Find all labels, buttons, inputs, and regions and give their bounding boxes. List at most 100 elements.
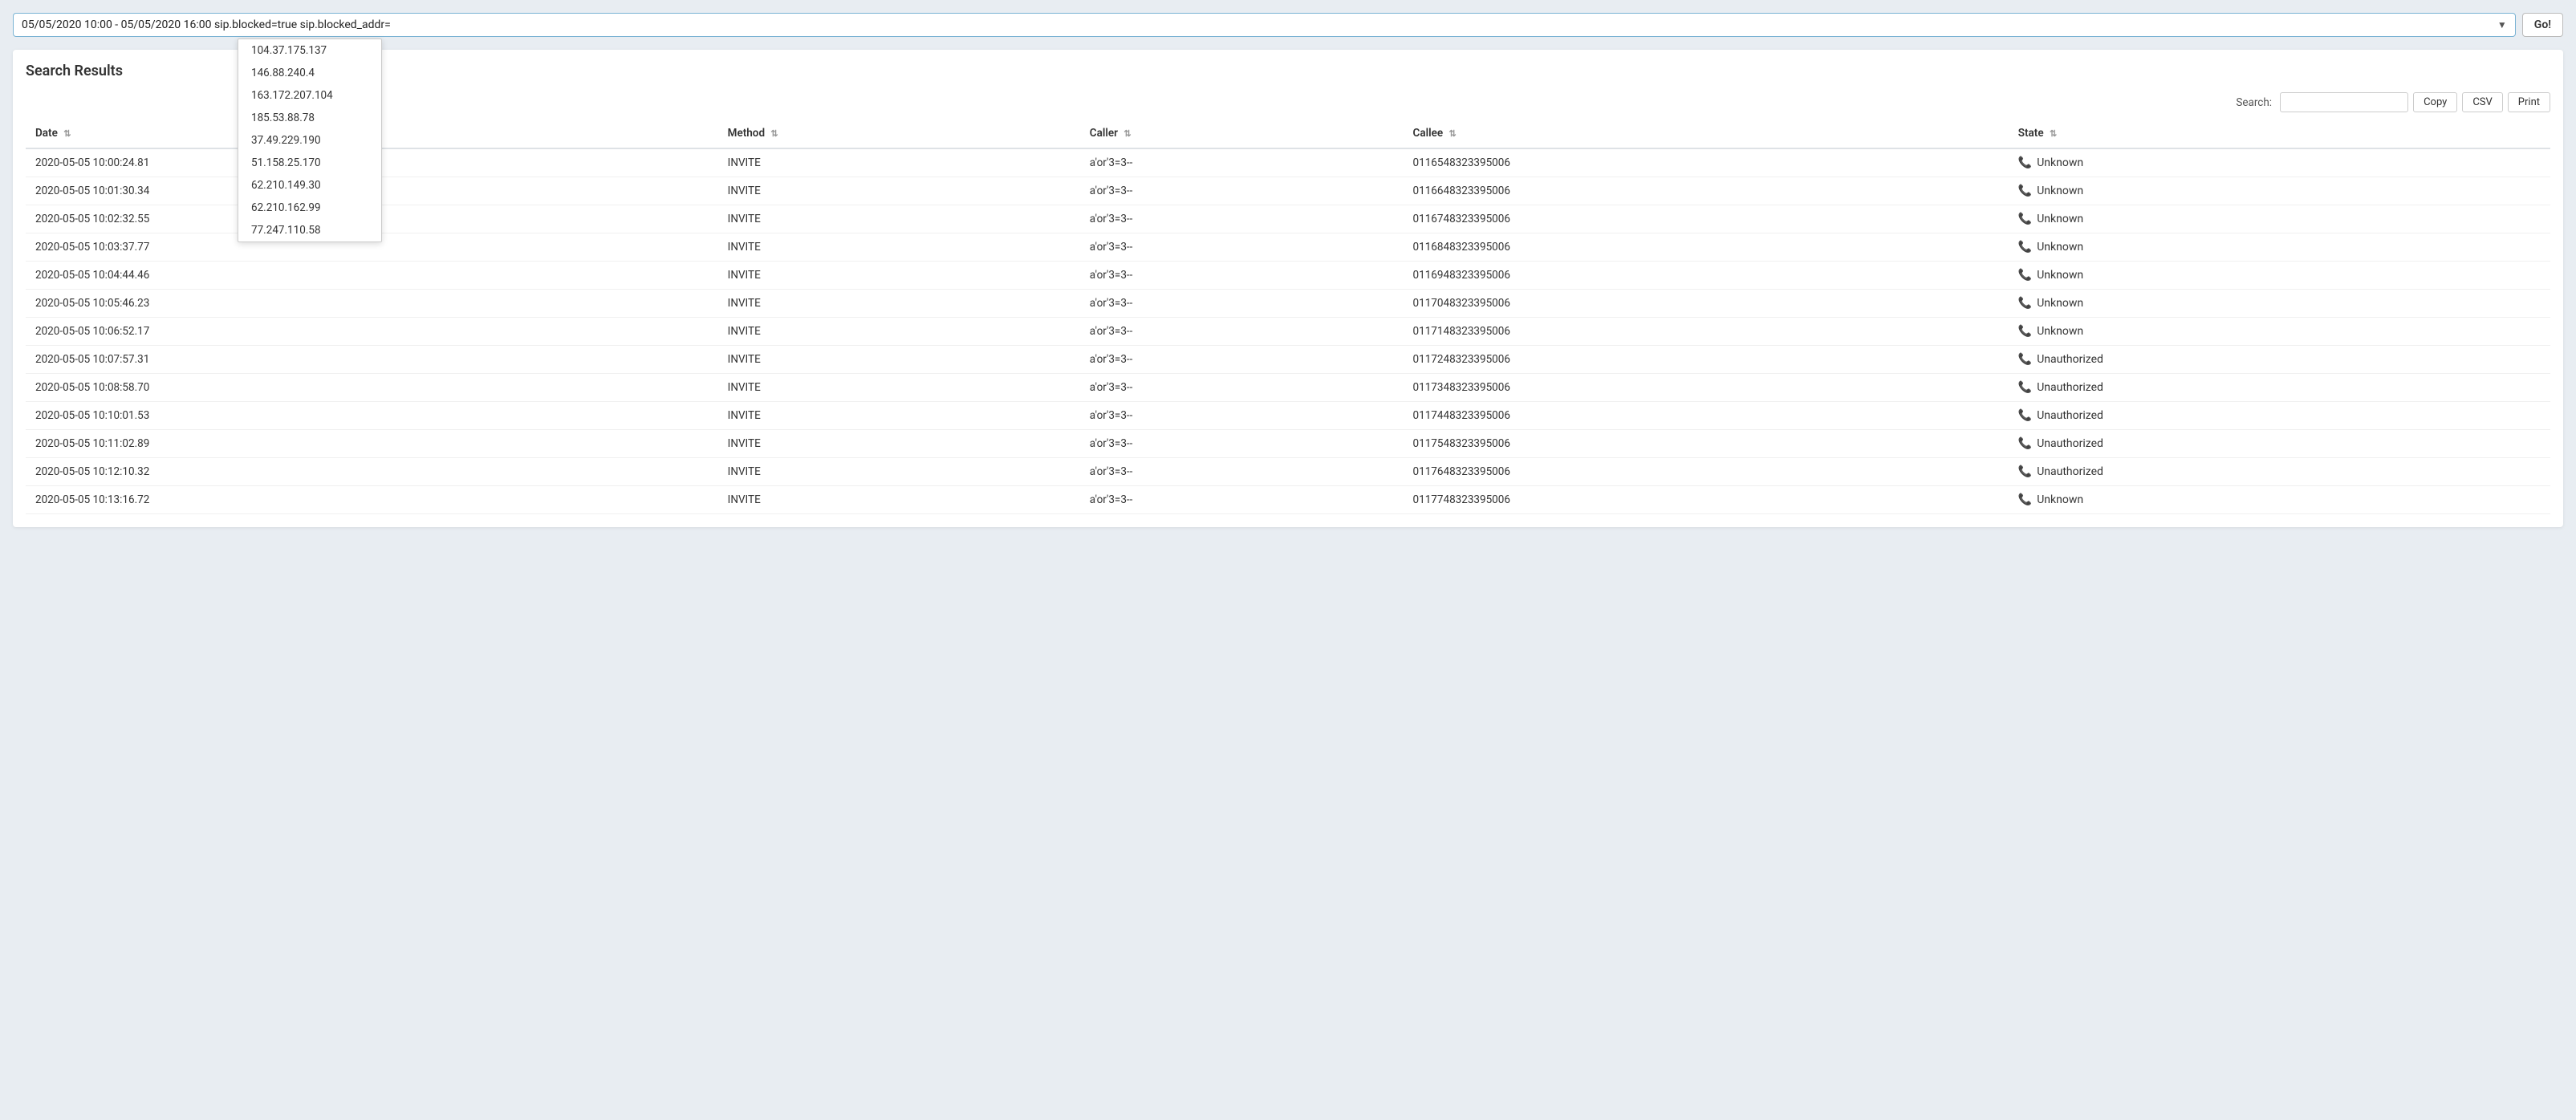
sort-callee-icon: ⇅ (1449, 128, 1457, 139)
table-row[interactable]: 2020-05-05 10:05:46.23 INVITE a'or'3=3--… (26, 290, 2550, 318)
cell-callee: 0116848323395006 (1404, 233, 2009, 262)
table-row[interactable]: 2020-05-05 10:02:32.55 INVITE a'or'3=3--… (26, 205, 2550, 233)
cell-state: 📞 Unknown (2009, 233, 2550, 262)
cell-callee: 0117448323395006 (1404, 402, 2009, 430)
cell-method: INVITE (718, 458, 1080, 486)
sort-method-icon: ⇅ (770, 128, 778, 139)
state-label: Unauthorized (2037, 381, 2103, 394)
col-state[interactable]: State ⇅ (2009, 119, 2550, 148)
cell-method: INVITE (718, 233, 1080, 262)
cell-caller: a'or'3=3-- (1080, 205, 1404, 233)
search-bar-container: ▼ Go! 104.37.175.137146.88.240.4163.172.… (13, 13, 2563, 37)
phone-icon: 📞 (2018, 353, 2032, 366)
cell-caller: a'or'3=3-- (1080, 374, 1404, 402)
cell-state: 📞 Unknown (2009, 262, 2550, 290)
phone-icon: 📞 (2018, 381, 2032, 394)
autocomplete-item[interactable]: 51.158.25.170 (238, 152, 381, 174)
phone-icon: 📞 (2018, 213, 2032, 225)
cell-state: 📞 Unknown (2009, 486, 2550, 514)
cell-callee: 0116548323395006 (1404, 148, 2009, 177)
table-search-input[interactable] (2280, 92, 2408, 112)
cell-callee: 0116948323395006 (1404, 262, 2009, 290)
cell-method: INVITE (718, 177, 1080, 205)
search-results-card: Search Results Search: Copy CSV Print Da… (13, 50, 2563, 527)
state-label: Unauthorized (2037, 465, 2103, 478)
autocomplete-item[interactable]: 104.37.175.137 (238, 39, 381, 62)
cell-callee: 0117548323395006 (1404, 430, 2009, 458)
cell-caller: a'or'3=3-- (1080, 458, 1404, 486)
phone-icon: 📞 (2018, 185, 2032, 197)
cell-caller: a'or'3=3-- (1080, 177, 1404, 205)
cell-method: INVITE (718, 290, 1080, 318)
table-row[interactable]: 2020-05-05 10:01:30.34 INVITE a'or'3=3--… (26, 177, 2550, 205)
cell-state: 📞 Unknown (2009, 290, 2550, 318)
autocomplete-item[interactable]: 62.210.149.30 (238, 174, 381, 197)
table-row[interactable]: 2020-05-05 10:13:16.72 INVITE a'or'3=3--… (26, 486, 2550, 514)
cell-state: 📞 Unknown (2009, 177, 2550, 205)
autocomplete-item[interactable]: 146.88.240.4 (238, 62, 381, 84)
cell-caller: a'or'3=3-- (1080, 430, 1404, 458)
sort-date-icon: ⇅ (63, 128, 71, 139)
cell-callee: 0116748323395006 (1404, 205, 2009, 233)
table-row[interactable]: 2020-05-05 10:08:58.70 INVITE a'or'3=3--… (26, 374, 2550, 402)
phone-icon: 📞 (2018, 325, 2032, 338)
search-input[interactable] (22, 18, 2491, 31)
cell-method: INVITE (718, 486, 1080, 514)
cell-callee: 0117048323395006 (1404, 290, 2009, 318)
col-callee[interactable]: Callee ⇅ (1404, 119, 2009, 148)
table-row[interactable]: 2020-05-05 10:04:44.46 INVITE a'or'3=3--… (26, 262, 2550, 290)
table-toolbar: Search: Copy CSV Print (26, 92, 2550, 112)
state-label: Unauthorized (2037, 437, 2103, 450)
phone-icon: 📞 (2018, 409, 2032, 422)
cell-method: INVITE (718, 148, 1080, 177)
state-label: Unknown (2037, 213, 2083, 225)
table-row[interactable]: 2020-05-05 10:06:52.17 INVITE a'or'3=3--… (26, 318, 2550, 346)
autocomplete-item[interactable]: 185.53.88.78 (238, 107, 381, 129)
print-button[interactable]: Print (2508, 92, 2550, 112)
table-row[interactable]: 2020-05-05 10:03:37.77 INVITE a'or'3=3--… (26, 233, 2550, 262)
cell-method: INVITE (718, 374, 1080, 402)
cell-caller: a'or'3=3-- (1080, 486, 1404, 514)
table-row[interactable]: 2020-05-05 10:00:24.81 INVITE a'or'3=3--… (26, 148, 2550, 177)
state-label: Unknown (2037, 325, 2083, 338)
autocomplete-item[interactable]: 77.247.110.58 (238, 219, 381, 241)
table-row[interactable]: 2020-05-05 10:12:10.32 INVITE a'or'3=3--… (26, 458, 2550, 486)
phone-icon: 📞 (2018, 269, 2032, 282)
table-body: 2020-05-05 10:00:24.81 INVITE a'or'3=3--… (26, 148, 2550, 514)
table-row[interactable]: 2020-05-05 10:07:57.31 INVITE a'or'3=3--… (26, 346, 2550, 374)
sort-state-icon: ⇅ (2050, 128, 2057, 139)
cell-state: 📞 Unknown (2009, 205, 2550, 233)
csv-button[interactable]: CSV (2462, 92, 2502, 112)
table-row[interactable]: 2020-05-05 10:10:01.53 INVITE a'or'3=3--… (26, 402, 2550, 430)
table-row[interactable]: 2020-05-05 10:11:02.89 INVITE a'or'3=3--… (26, 430, 2550, 458)
search-label: Search: (2236, 96, 2272, 109)
state-label: Unknown (2037, 185, 2083, 197)
state-label: Unauthorized (2037, 409, 2103, 422)
autocomplete-item[interactable]: 62.210.162.99 (238, 197, 381, 219)
cell-date: 2020-05-05 10:12:10.32 (26, 458, 718, 486)
dropdown-arrow-icon[interactable]: ▼ (2491, 19, 2507, 30)
search-input-wrapper: ▼ (13, 13, 2516, 37)
cell-date: 2020-05-05 10:05:46.23 (26, 290, 718, 318)
cell-method: INVITE (718, 318, 1080, 346)
cell-callee: 0117748323395006 (1404, 486, 2009, 514)
cell-method: INVITE (718, 430, 1080, 458)
cell-method: INVITE (718, 262, 1080, 290)
state-label: Unknown (2037, 156, 2083, 169)
cell-method: INVITE (718, 346, 1080, 374)
cell-caller: a'or'3=3-- (1080, 290, 1404, 318)
cell-date: 2020-05-05 10:06:52.17 (26, 318, 718, 346)
cell-caller: a'or'3=3-- (1080, 346, 1404, 374)
cell-date: 2020-05-05 10:13:16.72 (26, 486, 718, 514)
col-method[interactable]: Method ⇅ (718, 119, 1080, 148)
state-label: Unauthorized (2037, 353, 2103, 366)
cell-state: 📞 Unauthorized (2009, 458, 2550, 486)
col-caller[interactable]: Caller ⇅ (1080, 119, 1404, 148)
go-button[interactable]: Go! (2522, 13, 2563, 37)
cell-date: 2020-05-05 10:11:02.89 (26, 430, 718, 458)
autocomplete-item[interactable]: 37.49.229.190 (238, 129, 381, 152)
autocomplete-item[interactable]: 163.172.207.104 (238, 84, 381, 107)
phone-icon: 📞 (2018, 156, 2032, 169)
phone-icon: 📞 (2018, 465, 2032, 478)
copy-button[interactable]: Copy (2413, 92, 2457, 112)
